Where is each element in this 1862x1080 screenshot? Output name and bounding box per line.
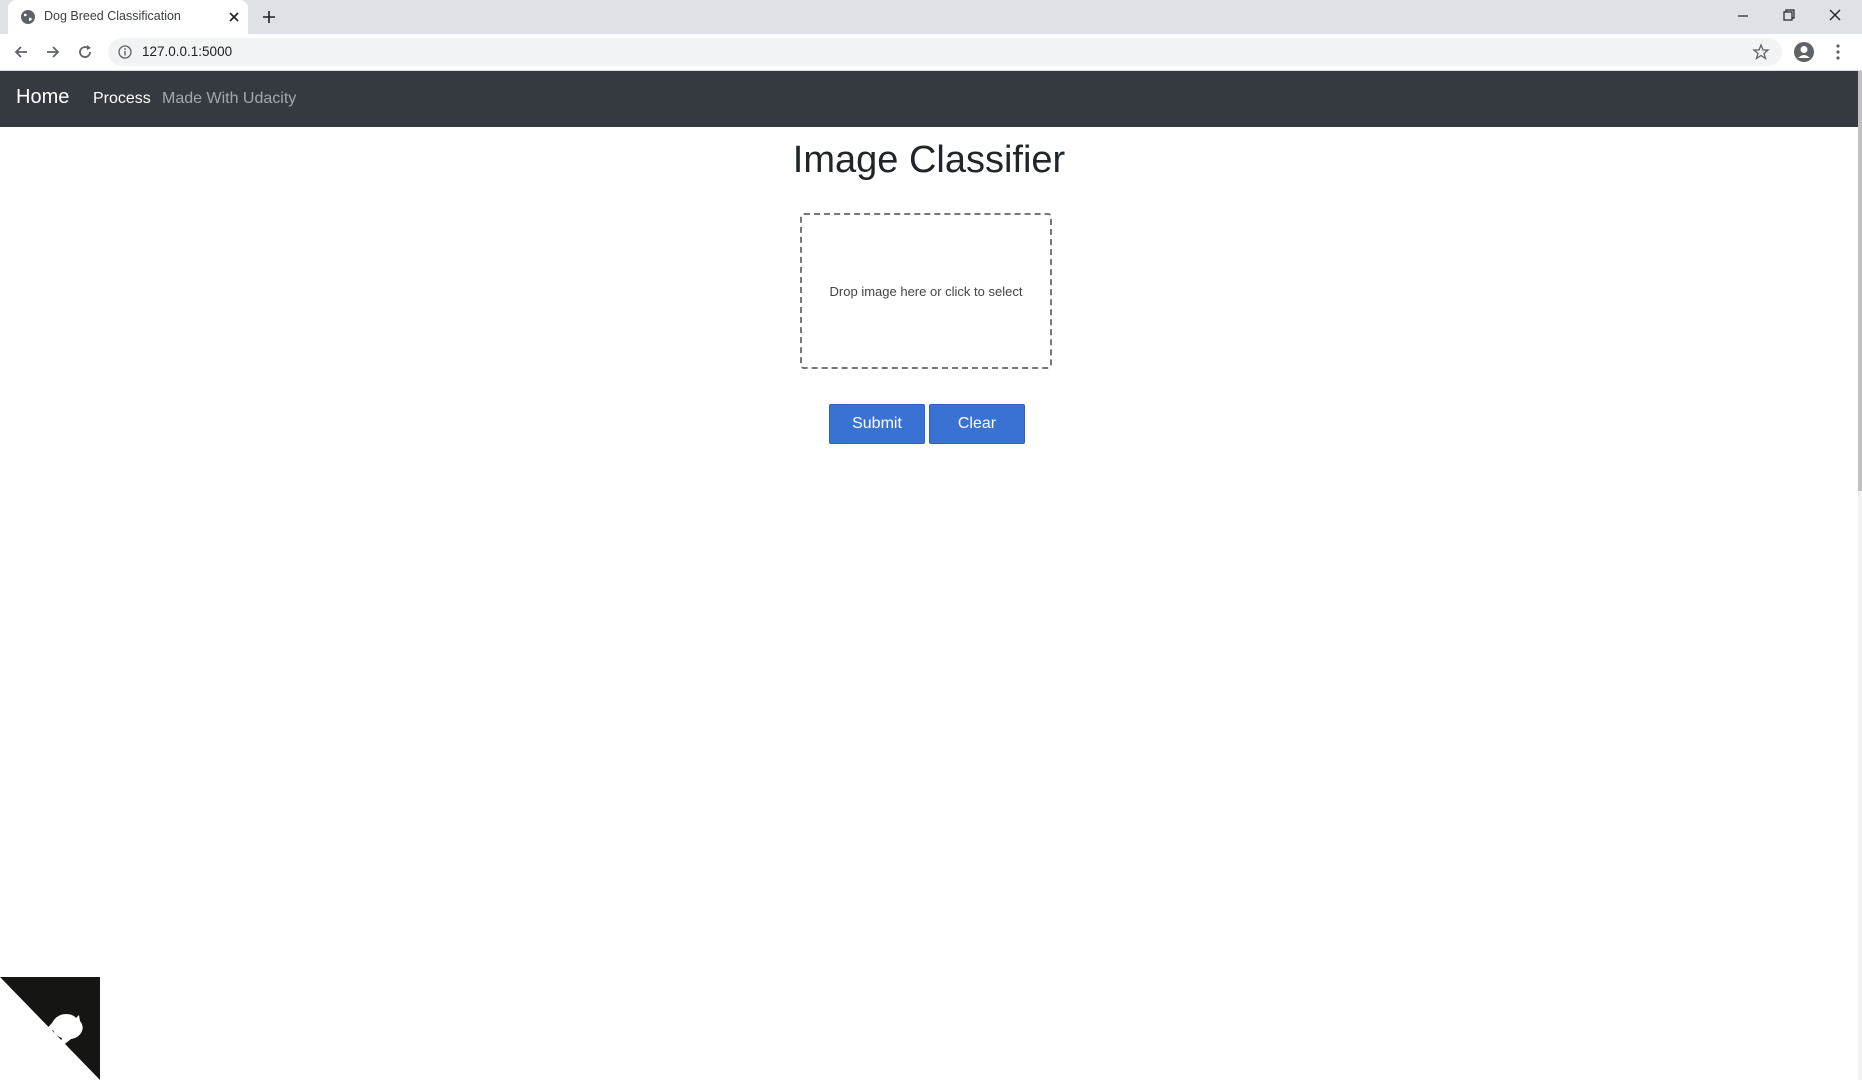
close-icon[interactable] [226,9,242,25]
navbar: Home Process Made With Udacity [0,71,1858,127]
page-content: Home Process Made With Udacity Image Cla… [0,71,1858,1080]
clear-button[interactable]: Clear [929,404,1025,444]
nav-link-made-with-udacity[interactable]: Made With Udacity [162,90,296,108]
info-icon[interactable] [118,45,132,59]
close-window-icon[interactable] [1812,4,1858,28]
profile-icon[interactable] [1793,41,1815,63]
minimize-icon[interactable] [1720,4,1766,28]
nav-link-process[interactable]: Process [93,90,151,108]
globe-icon [21,10,35,24]
plus-icon[interactable] [260,8,278,26]
browser-tabstrip: Dog Breed Classification [0,0,1862,34]
forward-icon[interactable] [43,42,63,62]
submit-button[interactable]: Submit [829,404,925,444]
browser-toolbar: 127.0.0.1:5000 [0,34,1862,71]
menu-icon[interactable] [1828,42,1848,62]
github-octocat-icon[interactable] [0,977,100,1080]
url-text: 127.0.0.1:5000 [142,44,233,59]
reload-icon[interactable] [75,42,95,62]
image-dropzone[interactable]: Drop image here or click to select [800,213,1052,369]
browser-tab[interactable]: Dog Breed Classification [8,0,248,34]
address-bar[interactable]: 127.0.0.1:5000 [108,38,1782,66]
back-icon[interactable] [11,42,31,62]
restore-icon[interactable] [1766,4,1812,28]
tab-title: Dog Breed Classification [44,9,181,23]
page-title: Image Classifier [792,139,1066,181]
star-icon[interactable] [1752,43,1770,61]
page-scrollbar[interactable] [1858,71,1862,1080]
scrollbar-thumb[interactable] [1858,71,1862,491]
nav-brand-home[interactable]: Home [16,86,69,109]
dropzone-text: Drop image here or click to select [829,283,1023,299]
